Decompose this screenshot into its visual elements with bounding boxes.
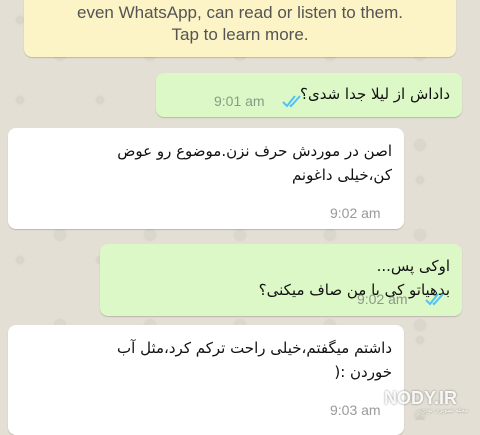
message-time: 9:01 am (214, 93, 265, 109)
message-time: 9:02 am (357, 291, 408, 307)
watermark-subtext: مجله تصویری نودی (420, 408, 468, 414)
watermark-text: NODY.IR (384, 388, 458, 408)
message-line: کن،خیلی داغونم (291, 166, 392, 184)
message-line: اوکی پس... (376, 257, 450, 275)
encryption-notice[interactable]: even WhatsApp, can read or listen to the… (24, 0, 456, 57)
message-text: اصن در موردش حرف نزن.موضوع رو عوض کن،خیل… (22, 139, 392, 187)
message-bubble-outgoing[interactable]: داداش از لیلا جدا شدی؟ 9:01 am (156, 73, 462, 117)
message-bubble-incoming[interactable]: داشتم میگفتم،خیلی راحت ترکم کرد،مثل آب خ… (8, 325, 404, 435)
message-bubble-incoming[interactable]: اصن در موردش حرف نزن.موضوع رو عوض کن،خیل… (8, 128, 404, 229)
message-text: داشتم میگفتم،خیلی راحت ترکم کرد،مثل آب خ… (22, 336, 392, 384)
notice-line-1: even WhatsApp, can read or listen to the… (76, 3, 403, 22)
message-bubble-outgoing[interactable]: اوکی پس... بدهیاتو کی با من صاف میکنی؟ 9… (100, 244, 462, 316)
double-check-read-icon (425, 293, 444, 306)
site-watermark: NODY.IR مجله تصویری نودی (384, 388, 472, 416)
notice-line-2: Tap to learn more. (171, 25, 309, 44)
message-line: اصن در موردش حرف نزن.موضوع رو عوض (117, 142, 392, 160)
double-check-read-icon (282, 95, 301, 108)
message-time: 9:02 am (330, 205, 381, 221)
message-line: خوردن :( (334, 363, 392, 381)
message-line: داشتم میگفتم،خیلی راحت ترکم کرد،مثل آب (117, 339, 392, 357)
message-time: 9:03 am (330, 402, 381, 418)
